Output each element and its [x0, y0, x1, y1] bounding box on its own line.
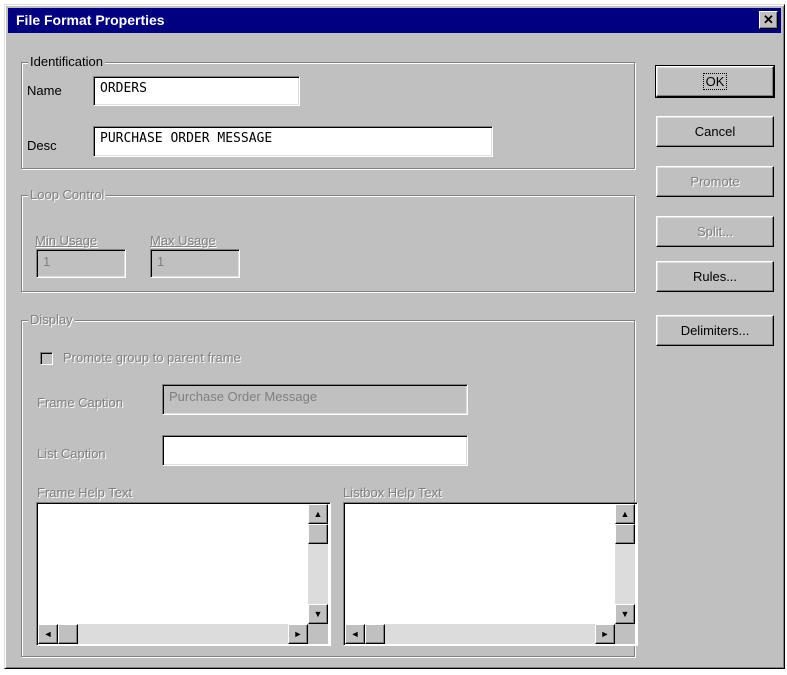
split-button[interactable]: Split...: [656, 216, 774, 247]
desc-label: Desc: [27, 138, 57, 153]
max-usage-field[interactable]: 1: [150, 249, 240, 278]
delimiters-button[interactable]: Delimiters...: [656, 315, 774, 346]
scroll-up-icon: ▲: [620, 509, 630, 519]
loop-control-legend: Loop Control: [28, 186, 107, 203]
listbox-help-scroll-up-button[interactable]: ▲: [615, 504, 635, 524]
listbox-help-scroll-corner: [615, 624, 635, 644]
listbox-help-textarea[interactable]: ▲ ▼ ◄ ►: [343, 502, 638, 646]
title-bar[interactable]: File Format Properties ✕: [8, 8, 781, 33]
scroll-left-icon: ◄: [350, 629, 360, 639]
promote-group-checkbox[interactable]: [40, 352, 53, 365]
promote-button[interactable]: Promote: [656, 166, 774, 197]
scroll-up-icon: ▲: [313, 509, 323, 519]
frame-help-scroll-up-button[interactable]: ▲: [308, 504, 328, 524]
ok-button[interactable]: OK: [655, 65, 775, 98]
scroll-left-icon: ◄: [43, 629, 53, 639]
window-title: File Format Properties: [16, 12, 165, 28]
name-label: Name: [27, 83, 62, 98]
listbox-help-hscrollbar[interactable]: [345, 624, 615, 644]
frame-help-hscroll-thumb[interactable]: [58, 624, 78, 644]
rules-button[interactable]: Rules...: [656, 261, 774, 292]
listbox-help-label: Listbox Help Text: [343, 485, 442, 500]
frame-help-vscroll-thumb[interactable]: [308, 524, 328, 544]
scroll-right-icon: ►: [293, 629, 303, 639]
cancel-button[interactable]: Cancel: [656, 116, 774, 147]
frame-caption-label: Frame Caption: [37, 395, 123, 410]
frame-help-scroll-down-button[interactable]: ▼: [308, 604, 328, 624]
frame-help-scroll-left-button[interactable]: ◄: [38, 624, 58, 644]
listbox-help-scroll-down-button[interactable]: ▼: [615, 604, 635, 624]
desc-field[interactable]: PURCHASE ORDER MESSAGE: [93, 126, 493, 157]
identification-legend: Identification: [28, 53, 105, 70]
frame-help-textarea[interactable]: ▲ ▼ ◄ ►: [36, 502, 331, 646]
scroll-right-icon: ►: [600, 629, 610, 639]
close-button[interactable]: ✕: [759, 11, 778, 29]
listbox-help-vscroll-thumb[interactable]: [615, 524, 635, 544]
frame-help-hscrollbar[interactable]: [38, 624, 308, 644]
min-usage-field[interactable]: 1: [36, 249, 126, 278]
listbox-help-scroll-left-button[interactable]: ◄: [345, 624, 365, 644]
file-format-properties-dialog: File Format Properties ✕ Identification …: [4, 4, 785, 669]
close-icon: ✕: [763, 12, 774, 27]
list-caption-field[interactable]: [162, 435, 468, 466]
listbox-help-hscroll-thumb[interactable]: [365, 624, 385, 644]
scroll-down-icon: ▼: [620, 609, 630, 619]
name-field[interactable]: ORDERS: [93, 76, 300, 106]
display-legend: Display: [28, 311, 75, 328]
ok-button-label: OK: [702, 73, 728, 90]
frame-help-scroll-corner: [308, 624, 328, 644]
list-caption-label: List Caption: [37, 446, 106, 461]
frame-help-scroll-right-button[interactable]: ►: [288, 624, 308, 644]
promote-group-label: Promote group to parent frame: [63, 350, 241, 365]
scroll-down-icon: ▼: [313, 609, 323, 619]
frame-caption-field[interactable]: Purchase Order Message: [162, 384, 468, 415]
listbox-help-scroll-right-button[interactable]: ►: [595, 624, 615, 644]
frame-help-label: Frame Help Text: [37, 485, 133, 500]
min-usage-label: Min Usage: [35, 233, 98, 248]
max-usage-label: Max Usage: [150, 233, 216, 248]
